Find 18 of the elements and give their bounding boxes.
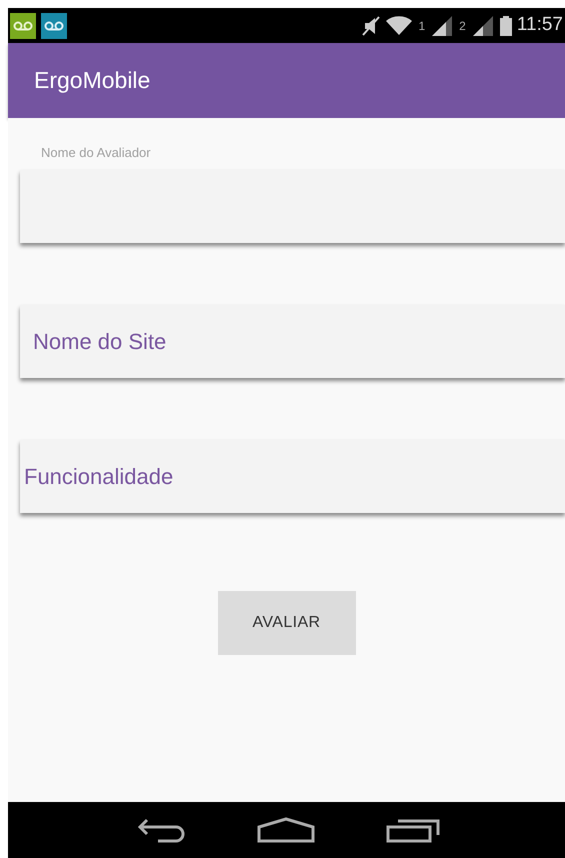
home-icon[interactable] bbox=[256, 817, 314, 843]
clock: 11:57 bbox=[516, 13, 563, 38]
recent-apps-icon[interactable] bbox=[386, 817, 440, 843]
mute-icon bbox=[362, 14, 380, 36]
input-field[interactable]: Funcionalidade bbox=[20, 440, 565, 513]
app-title: ErgoMobile bbox=[34, 66, 150, 96]
wifi-icon bbox=[385, 14, 414, 36]
voicemail-icon bbox=[41, 12, 67, 38]
signal-icon bbox=[470, 14, 495, 36]
input-field[interactable]: Nome do Site bbox=[20, 305, 565, 378]
signal-icon bbox=[430, 14, 454, 36]
input-field[interactable] bbox=[20, 170, 565, 243]
voicemail-icon bbox=[10, 12, 36, 38]
sim-label: 1 bbox=[418, 18, 426, 34]
evaluate-button[interactable]: AVALIAR bbox=[218, 591, 356, 655]
sim-label: 2 bbox=[459, 18, 466, 34]
battery-icon bbox=[500, 16, 512, 36]
field-label: Nome do Avaliador bbox=[41, 145, 152, 161]
